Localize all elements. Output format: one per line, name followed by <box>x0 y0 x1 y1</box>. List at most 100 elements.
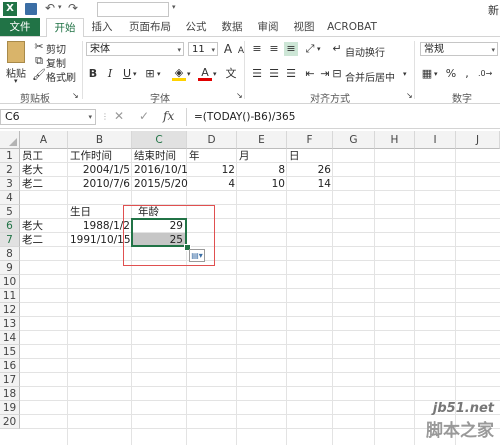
quick-access-input[interactable] <box>97 2 169 17</box>
row-header-14[interactable]: 14 <box>0 331 20 345</box>
row-header-13[interactable]: 13 <box>0 317 20 331</box>
row-header-16[interactable]: 16 <box>0 359 20 373</box>
decrease-indent-icon[interactable]: ⇤ <box>303 67 317 81</box>
number-format-select[interactable]: 常规 ▾ <box>420 42 498 56</box>
cancel-icon[interactable]: ✕ <box>114 109 124 123</box>
border-dropdown-icon[interactable]: ▾ <box>157 70 161 78</box>
tab-file[interactable]: 文件 <box>0 18 40 36</box>
cell-c7[interactable]: 25 <box>132 233 187 247</box>
row-header-8[interactable]: 8 <box>0 247 20 261</box>
increase-decimal-icon[interactable]: .0→ <box>478 67 492 81</box>
cell-d2[interactable]: 12 <box>187 163 237 177</box>
cell-c2[interactable]: 2016/10/1 <box>132 163 188 177</box>
row-header-3[interactable]: 3 <box>0 177 20 191</box>
tab-data[interactable]: 数据 <box>214 18 250 36</box>
format-painter-icon[interactable]: 🖌 <box>32 68 46 82</box>
format-painter-button[interactable]: 格式刷 <box>46 69 76 84</box>
clipboard-launcher-icon[interactable]: ↘ <box>72 91 79 100</box>
fill-color-icon[interactable]: ◈ <box>172 66 186 81</box>
column-header-f[interactable]: F <box>287 131 333 149</box>
cell-c1[interactable]: 结束时间 <box>132 149 187 163</box>
underline-dropdown-icon[interactable]: ▾ <box>133 70 137 78</box>
fill-color-dropdown-icon[interactable]: ▾ <box>187 70 191 78</box>
tab-formulas[interactable]: 公式 <box>178 18 214 36</box>
orientation-icon[interactable]: ⤢ <box>303 42 317 56</box>
row-header-4[interactable]: 4 <box>0 191 20 205</box>
italic-button[interactable]: I <box>103 67 117 81</box>
enter-icon[interactable]: ✓ <box>139 109 149 123</box>
align-right-icon[interactable]: ☰ <box>284 67 298 81</box>
column-header-a[interactable]: A <box>20 131 68 149</box>
cut-icon[interactable]: ✂ <box>32 40 46 54</box>
shrink-font-icon[interactable]: A <box>234 44 248 58</box>
font-name-select[interactable]: 宋体 ▾ <box>86 42 184 56</box>
column-header-i[interactable]: I <box>415 131 456 149</box>
column-header-c[interactable]: C <box>132 131 187 149</box>
formula-bar-grip-icon[interactable]: ⋮ <box>101 112 109 121</box>
row-header-12[interactable]: 12 <box>0 303 20 317</box>
tab-page-layout[interactable]: 页面布局 <box>122 18 178 36</box>
font-color-dropdown-icon[interactable]: ▾ <box>213 70 217 78</box>
formula-input[interactable]: =(TODAY()-B6)/365 <box>190 109 500 125</box>
cell-b5[interactable]: 生日 <box>68 205 132 219</box>
align-left-icon[interactable]: ☰ <box>250 67 264 81</box>
column-header-b[interactable]: B <box>68 131 132 149</box>
tab-home[interactable]: 开始 <box>46 18 84 38</box>
tab-insert[interactable]: 插入 <box>84 18 120 36</box>
cell-e2[interactable]: 8 <box>237 163 287 177</box>
row-header-5[interactable]: 5 <box>0 205 20 219</box>
copy-icon[interactable]: ⧉ <box>32 54 46 68</box>
cell-f2[interactable]: 26 <box>287 163 333 177</box>
align-bottom-icon[interactable]: ≡ <box>284 42 298 56</box>
tab-acrobat[interactable]: ACROBAT <box>324 18 380 36</box>
column-header-e[interactable]: E <box>237 131 287 149</box>
row-header-2[interactable]: 2 <box>0 163 20 177</box>
cell-a7[interactable]: 老二 <box>20 233 68 247</box>
border-icon[interactable]: ⊞ <box>143 67 157 81</box>
font-launcher-icon[interactable]: ↘ <box>236 91 243 100</box>
cell-b6[interactable]: 1988/1/2 <box>68 219 132 233</box>
row-header-19[interactable]: 19 <box>0 401 20 415</box>
quick-access-dropdown-icon[interactable]: ▾ <box>172 3 176 11</box>
wrap-text-icon[interactable]: ↵ <box>330 42 344 56</box>
row-header-1[interactable]: 1 <box>0 149 20 163</box>
column-header-h[interactable]: H <box>375 131 415 149</box>
font-size-select[interactable]: 11 ▾ <box>188 42 218 56</box>
undo-icon[interactable]: ↶ <box>45 1 55 15</box>
tab-view[interactable]: 视图 <box>286 18 322 36</box>
underline-button[interactable]: U <box>120 67 134 81</box>
cut-button[interactable]: 剪切 <box>46 41 66 56</box>
tab-review[interactable]: 审阅 <box>250 18 286 36</box>
align-middle-icon[interactable]: ≡ <box>267 42 281 56</box>
merge-center-button[interactable]: 合并后居中 <box>345 69 395 84</box>
cell-e3[interactable]: 10 <box>237 177 287 191</box>
copy-button[interactable]: 复制 <box>46 55 66 70</box>
align-center-icon[interactable]: ☰ <box>267 67 281 81</box>
percent-style-button[interactable]: % <box>444 67 458 81</box>
worksheet-grid[interactable]: A B C D E F G H I J 1 2 3 4 5 6 7 8 9 10… <box>0 131 500 445</box>
row-header-6[interactable]: 6 <box>0 219 20 233</box>
row-header-7[interactable]: 7 <box>0 233 20 247</box>
grow-font-icon[interactable]: A <box>221 42 235 56</box>
font-color-icon[interactable]: A <box>198 66 212 81</box>
alignment-launcher-icon[interactable]: ↘ <box>406 91 413 100</box>
merge-center-icon[interactable]: ⊟ <box>330 67 344 81</box>
cell-b2[interactable]: 2004/1/5 <box>68 163 132 177</box>
cell-a1[interactable]: 员工 <box>20 149 68 163</box>
accounting-dropdown-icon[interactable]: ▾ <box>434 70 438 78</box>
accounting-format-icon[interactable]: ▦ <box>420 67 434 81</box>
cell-b3[interactable]: 2010/7/6 <box>68 177 132 191</box>
undo-dropdown-icon[interactable]: ▾ <box>58 3 62 11</box>
paste-icon[interactable] <box>7 41 25 63</box>
cell-b7[interactable]: 1991/10/15 <box>68 233 132 247</box>
cell-f1[interactable]: 日 <box>287 149 333 163</box>
cell-c3[interactable]: 2015/5/20 <box>132 177 188 191</box>
paste-dropdown-icon[interactable]: ▾ <box>14 77 18 85</box>
redo-icon[interactable]: ↷ <box>68 1 78 15</box>
cell-a3[interactable]: 老二 <box>20 177 68 191</box>
cell-c6[interactable]: 29 <box>132 219 187 233</box>
phonetic-icon[interactable]: 文 <box>224 67 238 81</box>
name-box[interactable]: C6 ▾ <box>0 109 96 125</box>
cell-d3[interactable]: 4 <box>187 177 237 191</box>
bold-button[interactable]: B <box>86 67 100 81</box>
